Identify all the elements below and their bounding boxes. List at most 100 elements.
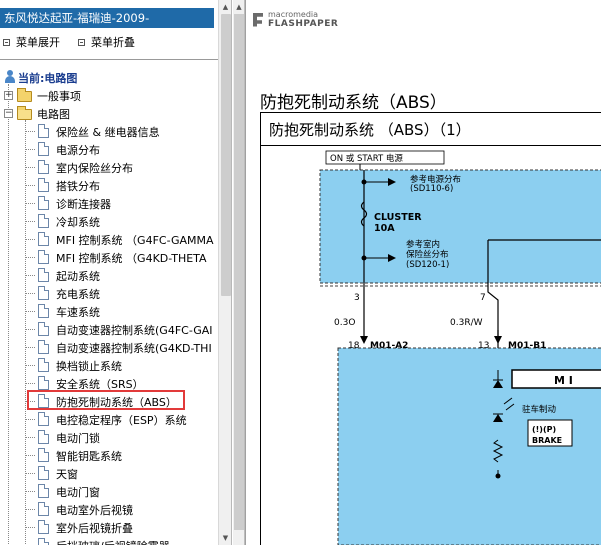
document-icon <box>38 124 49 138</box>
tree-item[interactable]: 室外后视镜折叠 <box>0 518 218 536</box>
minus-expander-icon[interactable]: − <box>4 109 13 118</box>
tree-item[interactable]: MFI 控制系统 （G4KD-THETA <box>0 248 218 266</box>
tree-item[interactable]: 诊断连接器 <box>0 194 218 212</box>
tree-connector <box>26 527 35 528</box>
document-icon <box>38 340 49 354</box>
tree-item[interactable]: 室内保险丝分布 <box>0 158 218 176</box>
tree-connector <box>26 275 35 276</box>
divider <box>0 59 218 60</box>
left-scrollbar[interactable]: ▲ ▼ <box>218 0 231 545</box>
tree-item[interactable]: 防抱死制动系统（ABS） <box>0 390 218 410</box>
tree-item[interactable]: 车速系统 <box>0 302 218 320</box>
tree-item-label: 电动室外后视镜 <box>56 504 133 517</box>
power-box <box>319 169 601 284</box>
collapse-all-label: 菜单折叠 <box>91 36 135 49</box>
viewer-scroll-up-icon[interactable]: ▲ <box>233 0 245 14</box>
tree-item[interactable]: 换档锁止系统 <box>0 356 218 374</box>
pin-13: 13 <box>478 341 489 351</box>
tree-item[interactable]: 电动门锁 <box>0 428 218 446</box>
folder-open-icon <box>17 106 32 120</box>
document-icon <box>38 430 49 444</box>
plus-expander-icon[interactable]: + <box>4 91 13 100</box>
collapse-all-button[interactable]: 菜单折叠 <box>78 34 135 50</box>
tree-connector <box>26 437 35 438</box>
diagram-title: 防抱死制动系统 （ABS）（1） <box>269 121 471 139</box>
document-icon <box>38 502 49 516</box>
document-icon <box>38 196 49 210</box>
scroll-thumb[interactable] <box>221 14 231 296</box>
tree-item[interactable]: 自动变速器控制系统(G4KD-THI <box>0 338 218 356</box>
viewer-scrollbar[interactable]: ▲ <box>233 0 245 545</box>
wire-1-label: 0.3O <box>334 318 355 328</box>
folder-general-label: 一般事项 <box>37 90 81 103</box>
tree-item[interactable]: 冷却系统 <box>0 212 218 230</box>
cluster-amp: 10A <box>374 223 395 234</box>
tree-item-label: 后挡玻璃/后视镜除雾器 <box>56 538 170 545</box>
document-icon <box>38 286 49 300</box>
document-page: macromedia FLASHPAPER 防抱死制动系统（ABS） 防抱死制动… <box>245 0 601 545</box>
brake-text: BRAKE <box>532 436 562 445</box>
document-icon <box>38 178 49 192</box>
document-icon <box>38 304 49 318</box>
document-icon <box>38 376 49 390</box>
tree-item-label: 起动系统 <box>56 270 100 283</box>
pin-18: 18 <box>348 341 360 351</box>
scroll-down-icon[interactable]: ▼ <box>219 531 231 545</box>
viewer-scroll-thumb[interactable] <box>234 14 244 530</box>
tree-item[interactable]: 保险丝 & 继电器信息 <box>0 122 218 140</box>
tree-item-label: 智能钥匙系统 <box>56 450 122 463</box>
ref-indoor-1: 参考室内 <box>406 239 440 250</box>
tree-connector <box>26 239 35 240</box>
tree-item-label: 室内保险丝分布 <box>56 162 133 175</box>
tree-item[interactable]: 电控稳定程序（ESP）系统 <box>0 410 218 428</box>
document-icon <box>38 250 49 264</box>
tree-item-label: 诊断连接器 <box>56 198 111 211</box>
scroll-up-icon[interactable]: ▲ <box>219 0 231 14</box>
document-icon <box>38 466 49 480</box>
tree-folder-general[interactable]: + 一般事项 <box>0 86 218 104</box>
tree-connector <box>26 329 35 330</box>
tree-item[interactable]: 自动变速器控制系统(G4FC-GAI <box>0 320 218 338</box>
tree-item[interactable]: MFI 控制系统 （G4FC-GAMMA <box>0 230 218 248</box>
expand-all-button[interactable]: 菜单展开 <box>3 34 60 50</box>
menu-actions: 菜单展开 菜单折叠 <box>3 34 135 50</box>
tree-connector <box>26 311 35 312</box>
document-icon <box>38 322 49 336</box>
tree-item-label: 电源分布 <box>56 144 100 157</box>
tree-item-label: 电动门窗 <box>56 486 100 499</box>
wire-2-label: 0.3R/W <box>450 318 483 328</box>
document-icon <box>38 142 49 156</box>
brake-warning-icon: (!)(P) <box>532 425 556 434</box>
tree-item[interactable]: 后挡玻璃/后视镜除雾器 <box>0 536 218 545</box>
tree-connector <box>26 455 35 456</box>
park-brake-label: 驻车制动 <box>522 404 557 415</box>
tree-item-label: 搭铁分布 <box>56 180 100 193</box>
tree-item[interactable]: 智能钥匙系统 <box>0 446 218 464</box>
expand-all-label: 菜单展开 <box>16 36 60 49</box>
doc-title: 防抱死制动系统（ABS） <box>260 93 447 113</box>
tree-item[interactable]: 充电系统 <box>0 284 218 302</box>
navigation-panel: 东风悦达起亚-福瑞迪-2009- 菜单展开 菜单折叠 当前:电路图 + 一般事项… <box>0 0 232 545</box>
pin-7: 7 <box>480 293 486 303</box>
tree-item-label: 电动门锁 <box>56 432 100 445</box>
tree-item[interactable]: 起动系统 <box>0 266 218 284</box>
tree-item[interactable]: 搭铁分布 <box>0 176 218 194</box>
tree-connector <box>26 419 35 420</box>
tree-current[interactable]: 当前:电路图 <box>0 68 218 86</box>
tree-item[interactable]: 电动门窗 <box>0 482 218 500</box>
tree-item[interactable]: 电动室外后视镜 <box>0 500 218 518</box>
document-icon <box>38 412 49 426</box>
tree-connector <box>26 185 35 186</box>
tree-connector <box>26 167 35 168</box>
tree-item-label: MFI 控制系统 （G4FC-GAMMA <box>56 234 214 247</box>
tree-folder-circuit[interactable]: − 电路图 <box>0 104 218 122</box>
on-start-label: ON 或 START 电源 <box>330 153 403 164</box>
tree-item-label: 车速系统 <box>56 306 100 319</box>
tree-item-label: 冷却系统 <box>56 216 100 229</box>
flashpaper-icon <box>253 12 263 27</box>
selection-highlight <box>27 390 185 410</box>
logo-line2: FLASHPAPER <box>268 19 339 29</box>
tree-item[interactable]: 电源分布 <box>0 140 218 158</box>
tree-item-label: 换档锁止系统 <box>56 360 122 373</box>
tree-item[interactable]: 天窗 <box>0 464 218 482</box>
